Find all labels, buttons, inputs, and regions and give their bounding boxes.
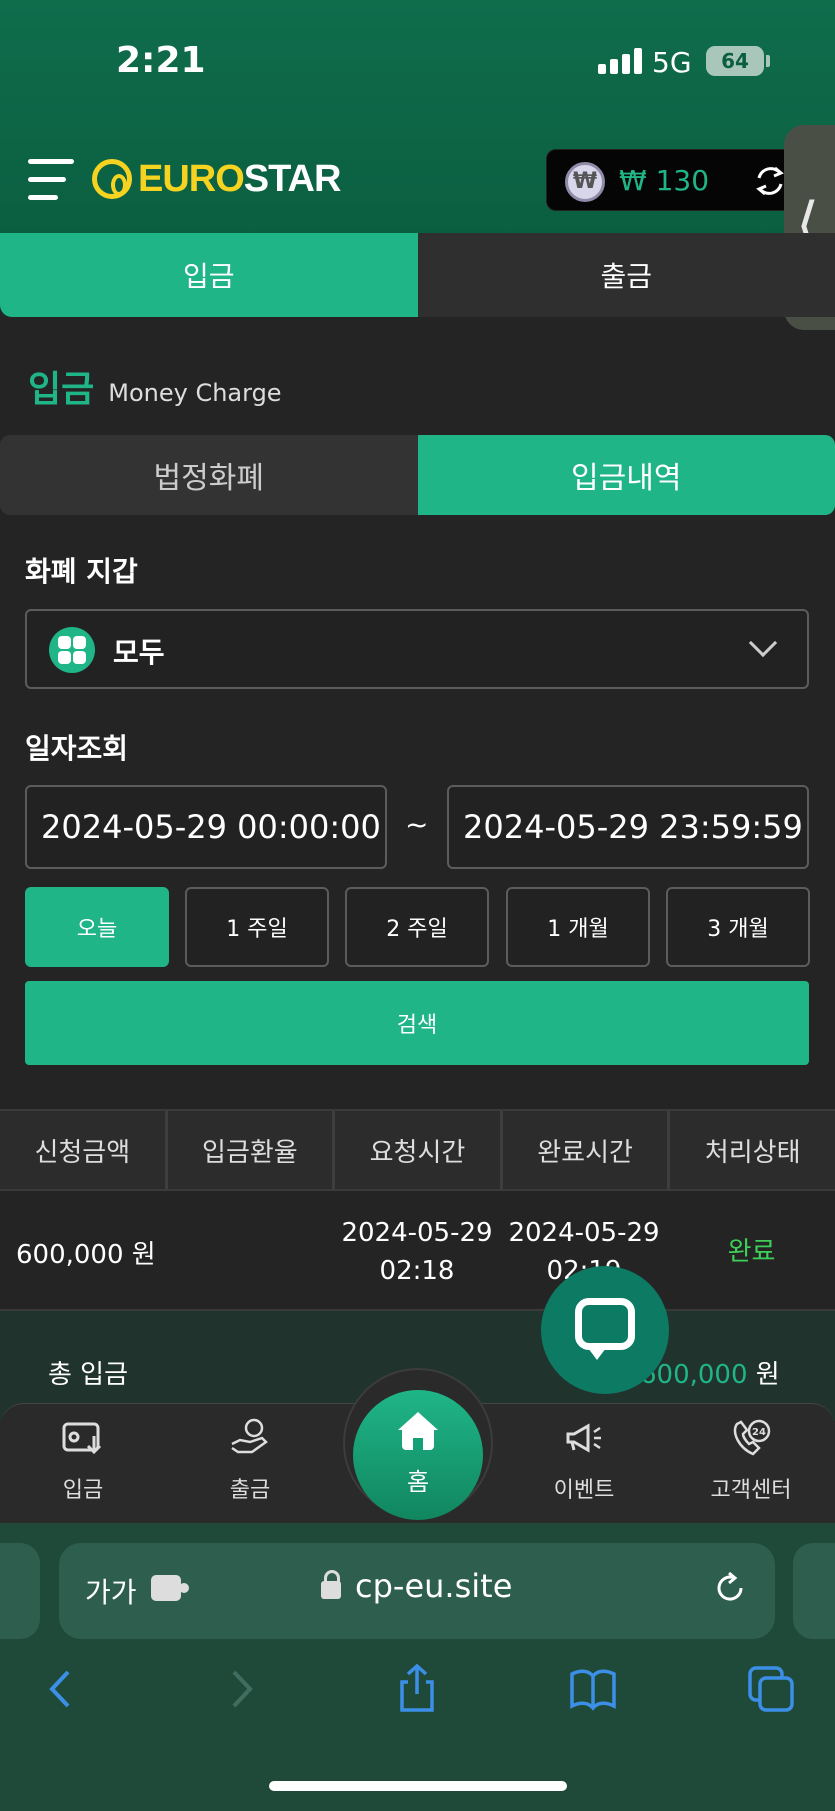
nav-withdraw[interactable]: 출금	[180, 1404, 320, 1524]
home-indicator	[269, 1781, 567, 1791]
grid-icon	[49, 627, 95, 673]
withdraw-icon	[231, 1418, 268, 1454]
search-button[interactable]: 검색	[25, 981, 809, 1065]
megaphone-icon	[566, 1423, 601, 1453]
nav-support[interactable]: 24 고객센터	[681, 1404, 821, 1524]
network-type: 5G	[652, 46, 692, 79]
date-filter-label: 일자조회	[25, 732, 129, 765]
wallet-select-value: 모두	[113, 636, 165, 669]
page-title-ko: 입금	[28, 369, 95, 410]
main-tabs: 입금 출금	[0, 233, 835, 317]
cell-amount: 600,000 원	[16, 1239, 156, 1270]
column-header: 요청시간	[335, 1111, 503, 1189]
extension-icon[interactable]	[151, 1575, 189, 1601]
chat-button[interactable]	[541, 1266, 669, 1394]
support-24-icon: 24	[733, 1419, 771, 1456]
cell-status: 완료	[727, 1237, 776, 1267]
won-coin-icon: ₩	[565, 162, 605, 202]
deposit-icon	[62, 1422, 102, 1455]
page-title: 입금 Money Charge	[28, 360, 282, 412]
wallet-filter-label: 화폐 지갑	[25, 555, 138, 588]
logo-text: EUROSTAR	[138, 157, 341, 200]
reader-text-size-button[interactable]: 가가	[85, 1571, 137, 1611]
eurostar-logo[interactable]: EUROSTAR	[92, 157, 341, 201]
svg-text:24: 24	[752, 1427, 766, 1438]
period-today-button[interactable]: 오늘	[25, 887, 169, 967]
start-date-input[interactable]	[25, 785, 387, 869]
table-header: 신청금액 입금환율 요청시간 완료시간 처리상태	[0, 1109, 835, 1191]
home-icon	[398, 1412, 438, 1430]
column-header: 신청금액	[0, 1111, 168, 1189]
chat-bubble-icon	[575, 1298, 635, 1350]
bookmarks-icon[interactable]	[568, 1664, 618, 1714]
chat-bubble-tail	[585, 1344, 609, 1360]
home-icon-door	[413, 1438, 423, 1450]
tabs-icon[interactable]	[746, 1664, 796, 1714]
page-title-en: Money Charge	[108, 379, 282, 407]
period-1month-button[interactable]: 1 개월	[506, 887, 650, 967]
nav-event[interactable]: 이벤트	[514, 1404, 654, 1524]
period-3month-button[interactable]: 3 개월	[666, 887, 810, 967]
period-2week-button[interactable]: 2 주일	[345, 887, 489, 967]
balance-widget: ₩ ₩ 130	[546, 149, 796, 211]
next-tab[interactable]	[793, 1543, 835, 1639]
lock-icon	[321, 1570, 341, 1599]
reload-icon[interactable]	[713, 1571, 747, 1605]
total-label: 총 입금	[48, 1360, 129, 1390]
back-icon[interactable]	[36, 1664, 86, 1714]
sub-tabs: 법정화폐 입금내역	[0, 435, 835, 515]
tab-deposit-history[interactable]: 입금내역	[417, 435, 835, 515]
nav-home[interactable]: 홈	[353, 1390, 483, 1520]
signal-icon	[598, 48, 642, 74]
share-icon[interactable]	[392, 1664, 442, 1714]
nav-deposit[interactable]: 입금	[13, 1404, 153, 1524]
period-1week-button[interactable]: 1 주일	[185, 887, 329, 967]
column-header: 완료시간	[503, 1111, 671, 1189]
status-bar: 2:21 5G 64	[0, 0, 835, 120]
end-date-input[interactable]	[447, 785, 809, 869]
date-separator: ~	[405, 808, 429, 841]
battery-icon: 64	[706, 46, 764, 76]
cell-request-time: 2024-05-29 02:18	[341, 1218, 493, 1286]
forward-icon[interactable]	[216, 1664, 266, 1714]
tab-fiat[interactable]: 법정화폐	[0, 435, 418, 515]
status-time: 2:21	[116, 40, 206, 81]
tab-withdraw[interactable]: 출금	[417, 233, 835, 317]
tab-deposit[interactable]: 입금	[0, 233, 418, 317]
url-text[interactable]: cp-eu.site	[355, 1567, 512, 1605]
hamburger-menu-icon[interactable]	[28, 157, 74, 201]
battery-nub	[766, 55, 770, 67]
previous-tab[interactable]	[0, 1543, 40, 1639]
chevron-down-icon	[748, 628, 778, 658]
address-bar[interactable]: 가가 cp-eu.site	[59, 1543, 775, 1639]
balance-amount: ₩ 130	[619, 164, 710, 197]
column-header: 처리상태	[704, 1137, 801, 1168]
table-row: 600,000 원 2024-05-29 02:18 2024-05-29 02…	[0, 1193, 835, 1311]
column-header: 입금환율	[168, 1111, 336, 1189]
wallet-select[interactable]: 모두	[25, 609, 809, 689]
refresh-icon[interactable]	[753, 164, 787, 198]
logo-mark-icon	[92, 159, 132, 199]
